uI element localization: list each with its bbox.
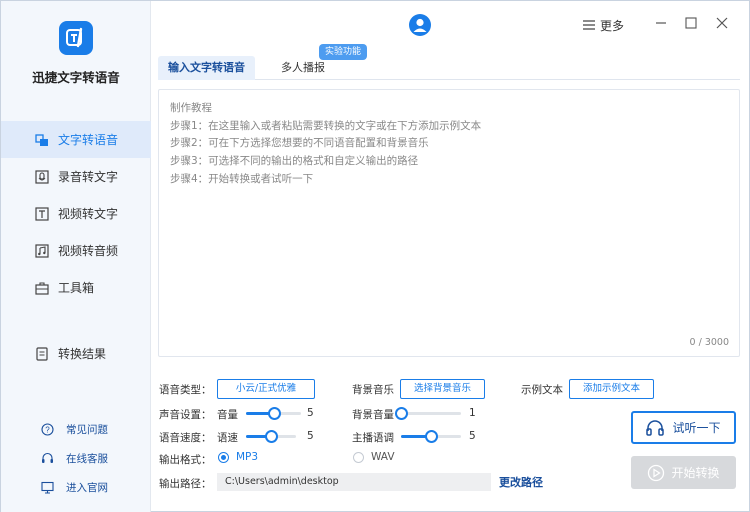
sidebar-result-section: 转换结果	[1, 335, 151, 372]
user-avatar[interactable]	[409, 14, 431, 36]
pitch-slider[interactable]	[401, 430, 461, 443]
svg-text:?: ?	[45, 425, 50, 434]
minimize-icon	[656, 22, 666, 24]
change-path-link[interactable]: 更改路径	[499, 474, 543, 490]
output-path-label: 输出路径：	[159, 478, 212, 490]
sidebar-footer: ? 常见问题 在线客服 进入官网	[1, 415, 151, 502]
video-to-text-icon	[35, 206, 49, 221]
preview-label: 试听一下	[672, 421, 721, 435]
app-logo	[59, 21, 93, 55]
user-icon	[413, 18, 427, 32]
wav-label[interactable]: WAV	[371, 451, 395, 463]
volume-label: 音量	[217, 409, 238, 421]
minimize-button[interactable]	[653, 15, 669, 31]
sidebar-item-text-to-speech[interactable]: 文字转语音	[1, 121, 151, 158]
faq-label: 常见问题	[66, 424, 108, 436]
question-icon: ?	[41, 423, 54, 436]
volume-slider[interactable]	[246, 407, 301, 420]
result-icon	[35, 346, 49, 361]
menu-icon	[583, 19, 595, 33]
maximize-icon	[685, 17, 697, 29]
voice-speed-label: 语音速度：	[159, 432, 212, 444]
official-site-link[interactable]: 进入官网	[1, 473, 151, 502]
tutorial-line: 制作教程	[170, 102, 212, 114]
sidebar-item-video-to-text[interactable]: 视频转文字	[1, 195, 151, 232]
slider-track	[401, 412, 461, 415]
start-conversion-label: 开始转换	[671, 466, 720, 480]
bgm-label: 背景音乐	[352, 384, 394, 396]
sidebar-item-conversion-result[interactable]: 转换结果	[1, 335, 151, 372]
add-sample-text-button[interactable]: 添加示例文本	[569, 379, 654, 399]
text-input-area[interactable]: 制作教程 步骤1：在这里输入或者粘贴需要转换的文字或在下方添加示例文本 步骤2：…	[158, 89, 740, 357]
maximize-button[interactable]	[683, 15, 699, 31]
app-window: 迅捷文字转语音 文字转语音 录音转文字 视频转文字 视频转音频 工具箱 转换结果…	[0, 0, 750, 512]
wav-radio[interactable]	[353, 452, 364, 463]
start-conversion-button[interactable]: 开始转换	[631, 456, 736, 489]
output-path-field[interactable]: C:\Users\admin\desktop	[217, 473, 491, 491]
sidebar-item-label: 工具箱	[58, 281, 95, 295]
more-menu-button[interactable]: 更多	[583, 17, 624, 34]
sidebar-item-label: 转换结果	[58, 347, 107, 361]
tutorial-line: 步骤3：可选择不同的输出的格式和自定义输出的路径	[170, 155, 419, 168]
online-support-link[interactable]: 在线客服	[1, 444, 151, 473]
tutorial-line: 步骤2：可在下方选择您想要的不同语音配置和背景音乐	[170, 137, 429, 150]
sidebar-nav: 文字转语音 录音转文字 视频转文字 视频转音频 工具箱	[1, 121, 151, 306]
sidebar-item-toolbox[interactable]: 工具箱	[1, 269, 151, 306]
play-circle-icon	[647, 464, 665, 482]
sidebar: 迅捷文字转语音 文字转语音 录音转文字 视频转文字 视频转音频 工具箱 转换结果…	[1, 1, 151, 512]
sidebar-item-video-to-audio[interactable]: 视频转音频	[1, 232, 151, 269]
official-site-label: 进入官网	[66, 482, 108, 494]
bg-volume-label: 背景音量	[352, 409, 394, 421]
slider-handle[interactable]	[265, 430, 278, 443]
video-to-audio-icon	[35, 243, 49, 258]
headset-icon	[41, 452, 54, 465]
monitor-icon	[41, 481, 54, 494]
sample-text-label: 示例文本	[521, 384, 563, 396]
headphones-icon	[646, 419, 665, 436]
pitch-value: 5	[469, 430, 476, 442]
preview-button[interactable]: 试听一下	[631, 411, 736, 444]
bg-volume-value: 1	[469, 407, 476, 419]
speed-value: 5	[307, 430, 314, 442]
speed-slider[interactable]	[246, 430, 296, 443]
editor-placeholder: 制作教程 步骤1：在这里输入或者粘贴需要转换的文字或在下方添加示例文本 步骤2：…	[170, 100, 481, 189]
sidebar-item-label: 文字转语音	[58, 133, 119, 147]
mode-tabs: 输入文字转语音 多人播报	[158, 56, 740, 80]
bg-volume-slider[interactable]	[395, 407, 461, 420]
voice-type-button[interactable]: 小云/正式优雅	[217, 379, 315, 399]
sidebar-item-label: 视频转音频	[58, 244, 119, 258]
char-counter: 0 / 3000	[689, 337, 729, 348]
volume-value: 5	[307, 407, 314, 419]
close-button[interactable]	[714, 15, 730, 31]
choose-bgm-button[interactable]: 选择背景音乐	[400, 379, 485, 399]
tab-text-to-speech[interactable]: 输入文字转语音	[158, 56, 255, 80]
slider-handle[interactable]	[395, 407, 408, 420]
sidebar-item-recording-to-text[interactable]: 录音转文字	[1, 158, 151, 195]
speed-label: 语速	[217, 432, 238, 444]
experimental-badge: 实验功能	[319, 44, 368, 60]
tutorial-line: 步骤1：在这里输入或者粘贴需要转换的文字或在下方添加示例文本	[170, 119, 482, 132]
sidebar-item-label: 录音转文字	[58, 170, 119, 184]
app-title: 迅捷文字转语音	[32, 70, 120, 85]
online-support-label: 在线客服	[66, 453, 108, 465]
mp3-label[interactable]: MP3	[236, 451, 258, 463]
more-label: 更多	[600, 19, 625, 33]
mp3-radio[interactable]	[218, 452, 229, 463]
slider-handle[interactable]	[267, 407, 281, 420]
output-format-label: 输出格式：	[159, 454, 212, 466]
recording-icon	[35, 169, 49, 184]
close-icon	[716, 17, 728, 29]
voice-type-label: 语音类型：	[159, 384, 212, 396]
faq-link[interactable]: ? 常见问题	[1, 415, 151, 444]
sidebar-item-label: 视频转文字	[58, 207, 119, 221]
sound-settings-label: 声音设置：	[159, 409, 212, 421]
tutorial-line: 步骤4：开始转换或者试听一下	[170, 172, 314, 185]
toolbox-icon	[35, 281, 49, 295]
text-to-speech-icon	[35, 133, 49, 147]
slider-handle[interactable]	[425, 430, 438, 443]
pitch-label: 主播语调	[352, 432, 394, 444]
